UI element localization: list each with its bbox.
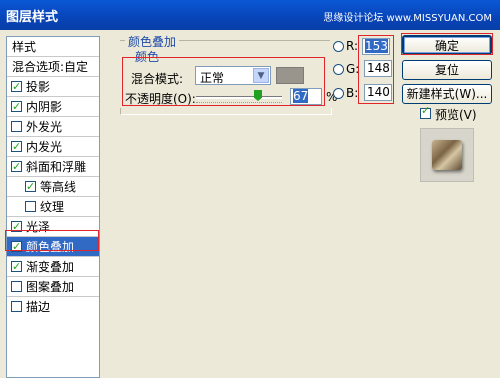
reset-button[interactable]: 复位	[402, 60, 492, 80]
preview-label: 预览(V)	[435, 108, 477, 122]
preview-checkbox[interactable]	[420, 104, 431, 119]
r-radio[interactable]	[333, 41, 344, 52]
stroke-checkbox[interactable]	[11, 301, 22, 312]
new-style-button[interactable]: 新建样式(W)...	[402, 84, 492, 104]
b-radio[interactable]	[333, 88, 344, 99]
bevel-emboss-checkbox[interactable]	[11, 157, 22, 177]
style-preview-thumbnail	[420, 128, 474, 182]
texture-checkbox[interactable]	[25, 201, 36, 212]
blend-options-item[interactable]: 混合选项:自定	[7, 57, 99, 77]
g-radio[interactable]	[333, 64, 344, 75]
style-item-inner-shadow[interactable]: 内阴影	[7, 97, 99, 117]
ok-button[interactable]: 确定	[402, 35, 492, 55]
color-overlay-checkbox[interactable]	[11, 237, 22, 257]
opacity-slider[interactable]	[196, 96, 282, 99]
layer-style-dialog: 图层样式 思缘设计论坛 www.MISSYUAN.COM 样式 混合选项:自定 …	[0, 0, 500, 378]
blend-mode-label: 混合模式:	[131, 72, 184, 86]
styles-list: 样式 混合选项:自定 投影 内阴影 外发光 内发光 斜面和浮雕 等高线	[6, 36, 100, 378]
style-item-color-overlay[interactable]: 颜色叠加	[7, 237, 99, 257]
style-item-contour[interactable]: 等高线	[7, 177, 99, 197]
drop-shadow-checkbox[interactable]	[11, 77, 22, 97]
outer-glow-checkbox[interactable]	[11, 121, 22, 132]
style-item-outer-glow[interactable]: 外发光	[7, 117, 99, 137]
r-input[interactable]: 153	[362, 38, 390, 55]
style-item-pattern-overlay[interactable]: 图案叠加	[7, 277, 99, 297]
preview-swatch-image	[432, 140, 462, 170]
b-input[interactable]: 140	[364, 84, 392, 101]
watermark-text: 思缘设计论坛 www.MISSYUAN.COM	[323, 13, 492, 24]
contour-checkbox[interactable]	[25, 177, 36, 197]
style-item-texture[interactable]: 纹理	[7, 197, 99, 217]
style-item-satin[interactable]: 光泽	[7, 217, 99, 237]
pattern-overlay-checkbox[interactable]	[11, 281, 22, 292]
color-swatch[interactable]	[276, 67, 304, 84]
style-item-gradient-overlay[interactable]: 渐变叠加	[7, 257, 99, 277]
slider-ticks	[196, 102, 282, 105]
blend-mode-select[interactable]: 正常 ▼	[195, 66, 271, 85]
color-subtitle: 颜色	[135, 50, 160, 64]
style-item-inner-glow[interactable]: 内发光	[7, 137, 99, 157]
gradient-overlay-checkbox[interactable]	[11, 257, 22, 277]
b-label: B:	[346, 86, 359, 100]
style-item-stroke[interactable]: 描边	[7, 297, 99, 317]
satin-checkbox[interactable]	[11, 217, 22, 237]
chevron-down-icon[interactable]: ▼	[253, 68, 269, 83]
inner-shadow-checkbox[interactable]	[11, 97, 22, 117]
g-label: G:	[346, 62, 360, 76]
opacity-input[interactable]: 67	[290, 88, 322, 105]
r-label: R:	[346, 39, 359, 53]
style-item-bevel-emboss[interactable]: 斜面和浮雕	[7, 157, 99, 177]
style-item-drop-shadow[interactable]: 投影	[7, 77, 99, 97]
title-bar: 图层样式 思缘设计论坛 www.MISSYUAN.COM	[0, 0, 500, 30]
dialog-title: 图层样式	[6, 10, 59, 25]
opacity-label: 不透明度(O):	[125, 92, 196, 106]
inner-glow-checkbox[interactable]	[11, 137, 22, 157]
opacity-slider-thumb[interactable]	[254, 90, 262, 101]
g-input[interactable]: 148	[364, 60, 392, 77]
styles-header[interactable]: 样式	[7, 37, 99, 57]
group-box	[120, 108, 332, 115]
